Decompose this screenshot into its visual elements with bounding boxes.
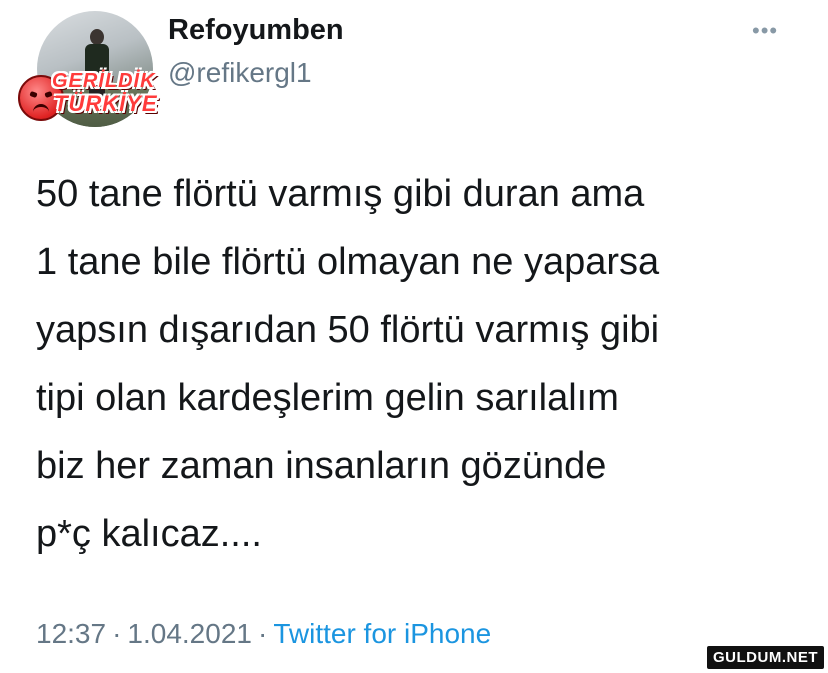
meta-separator: · (112, 618, 122, 649)
meta-separator: · (257, 618, 268, 649)
tweet-text-line: tipi olan kardeşlerim gelin sarılalım (36, 377, 619, 419)
tweet-text-line: yapsın dışarıdan 50 flörtü varmış gibi (36, 309, 660, 351)
tweet-text-line: biz her zaman insanların gözünde (36, 445, 607, 487)
tweet-metadata: 12:37 · 1.04.2021 · Twitter for iPhone (36, 618, 491, 650)
tweet-text-line: p*ç kalıcaz.... (36, 513, 262, 555)
user-handle[interactable]: @refikergl1 (168, 57, 312, 89)
display-name[interactable]: Refoyumben (168, 14, 344, 47)
tweet-text-line: 50 tane flörtü varmış gibi duran ama (36, 173, 645, 215)
tweet-text-line: 1 tane bile flörtü olmayan ne yaparsa (36, 241, 660, 283)
more-options-icon[interactable]: ••• (752, 18, 778, 44)
tweet-date[interactable]: 1.04.2021 (127, 618, 252, 649)
tweet-source-link[interactable]: Twitter for iPhone (273, 618, 491, 649)
gerildik-turkiye-sticker: GERİLDİK TÜRKİYE (18, 70, 158, 122)
tweet-body: 50 tane flörtü varmış gibi duran ama 1 t… (36, 160, 806, 568)
site-watermark: GULDUM.NET (707, 646, 824, 669)
tweet-time[interactable]: 12:37 (36, 618, 106, 649)
sticker-line-2: TÜRKİYE (54, 91, 158, 116)
sticker-line-1: GERİLDİK (52, 70, 156, 92)
